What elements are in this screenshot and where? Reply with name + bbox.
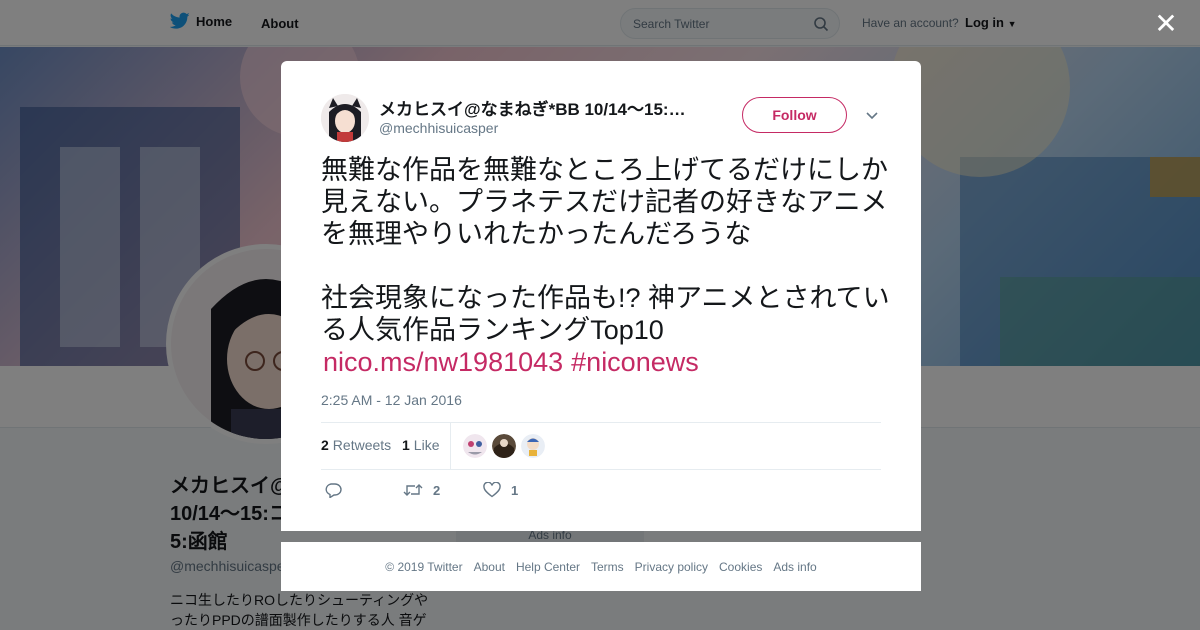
tweet-url-link[interactable]: nico.ms/nw1981043 [323,347,563,377]
close-icon[interactable]: ✕ [1154,10,1178,38]
follow-button[interactable]: Follow [742,97,847,133]
likes-stat[interactable]: 1 Like [402,437,439,453]
reply-action[interactable] [324,482,342,498]
likes-count: 1 [402,437,410,453]
author-avatar-art [321,94,369,142]
footer-terms-link[interactable]: Terms [591,560,624,574]
retweet-icon [403,484,423,496]
tweet-author-handle[interactable]: @mechhisuicasper [379,120,498,136]
tweet-author-avatar[interactable] [321,94,369,142]
tweet-author-name[interactable]: メカヒスイ@なまねぎ*BB 10/14～15:コミケ [379,95,689,120]
footer-copyright: © 2019 Twitter [385,559,463,574]
retweeter-avatar[interactable] [492,434,516,458]
tweet-modal: メカヒスイ@なまねぎ*BB 10/14～15:コミケ @mechhisuicas… [281,61,921,531]
footer-ads-info-link[interactable]: Ads info [773,560,816,574]
retweets-count: 2 [321,437,329,453]
tweet-links: nico.ms/nw1981043 #niconews [323,346,707,378]
hashtag-link[interactable]: #niconews [571,347,699,377]
stats-divider [450,423,451,469]
tweet-text: 無難な作品を無難なところ上げてるだけにしか見えない。プラネテスだけ記者の好きなア… [321,155,890,345]
modal-footer: © 2019 Twitter About Help Center Terms P… [281,542,921,591]
like-count: 1 [511,482,519,498]
retweeter-avatar[interactable] [463,434,487,458]
tweet-timestamp[interactable]: 2:25 AM - 12 Jan 2016 [321,392,462,408]
footer-privacy-link[interactable]: Privacy policy [635,560,708,574]
likes-label: Like [413,437,440,453]
tweet-stats: 2 Retweets 1 Like [321,422,881,470]
retweets-stat[interactable]: 2 Retweets [321,437,391,453]
chevron-down-icon[interactable] [865,109,879,123]
liker-avatar[interactable] [521,434,545,458]
retweet-count: 2 [433,482,441,498]
retweet-action[interactable]: 2 [403,482,440,498]
footer-cookies-link[interactable]: Cookies [719,560,762,574]
footer-help-center-link[interactable]: Help Center [516,560,580,574]
tweet-actions: 2 1 [321,479,621,503]
like-action[interactable]: 1 [483,482,518,498]
footer-about-link[interactable]: About [474,560,505,574]
reply-icon [325,483,342,498]
heart-icon [483,482,501,498]
retweets-label: Retweets [332,437,392,453]
